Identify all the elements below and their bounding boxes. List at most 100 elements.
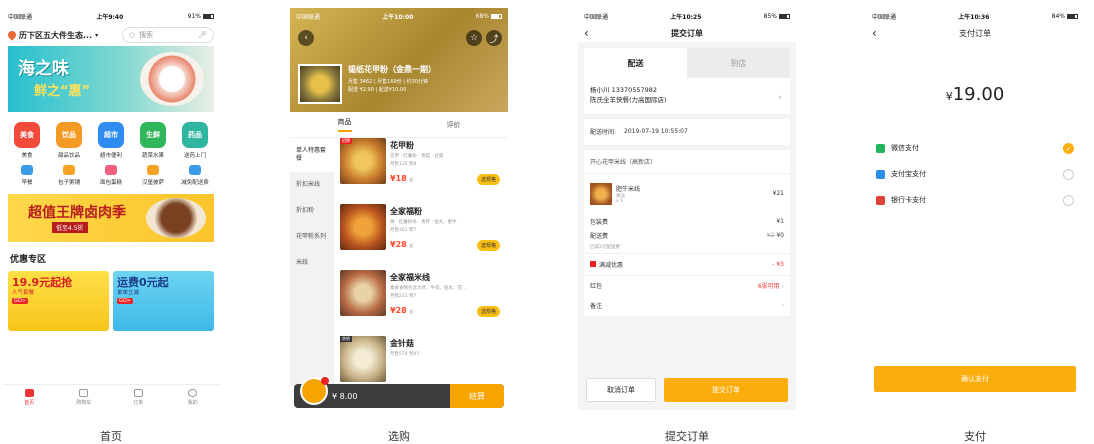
- menu-item[interactable]: 全家福粉辣 · 红薯粉条 · 青虾 · 鱼丸 · 肥牛 月售301 赞7 ¥28 …: [340, 204, 502, 270]
- promo-sub: 单单立减: [117, 290, 140, 296]
- location-label[interactable]: 历下区五大件生态...: [19, 30, 92, 41]
- back-arrow-icon[interactable]: ‹: [872, 26, 886, 40]
- category-item[interactable]: 超市 超市便利: [90, 122, 132, 159]
- checkout-button[interactable]: 结算: [450, 384, 504, 408]
- banner-line2: 鲜之“惠”: [34, 84, 91, 99]
- search-input[interactable]: ○ 搜索 🎤︎: [122, 27, 214, 43]
- category-item[interactable]: 生鲜 蔬菜水果: [132, 122, 174, 159]
- radio-button[interactable]: [1063, 168, 1074, 180]
- bottom-tab-bar: 首页 购物车 订单 我的: [2, 384, 220, 410]
- microphone-icon[interactable]: 🎤︎: [198, 31, 207, 39]
- contact-line: 杨小川 13370557982: [590, 86, 658, 94]
- time-label: 配送时间:: [590, 129, 617, 136]
- submit-order-button[interactable]: 提交订单: [664, 378, 788, 402]
- tab-profile[interactable]: 我的: [166, 385, 221, 410]
- promo-card-combo[interactable]: 19.9元起抢 人气套餐 GO>: [8, 271, 109, 331]
- payment-option[interactable]: 支付宝支付: [866, 161, 1084, 187]
- back-button[interactable]: ‹: [298, 30, 314, 46]
- back-arrow-icon[interactable]: ‹: [584, 26, 598, 40]
- category-icon: 饮品: [56, 122, 82, 148]
- menu-category[interactable]: 花甲粉系列: [290, 224, 334, 250]
- address-card[interactable]: 杨小川 13370557982 陈氏全羊快餐(力高国际店) ›: [584, 78, 790, 119]
- tab-orders[interactable]: 订单: [111, 385, 166, 410]
- subcategory-item[interactable]: 减免配送费: [174, 165, 216, 186]
- search-placeholder: 搜索: [139, 31, 154, 39]
- shop-row: 开心花甲米线（高新店）: [584, 150, 790, 174]
- promo-sub: 人气套餐: [12, 290, 35, 296]
- cart-icon[interactable]: [300, 377, 329, 405]
- subcategory-item[interactable]: 包子粥铺: [48, 165, 90, 186]
- payment-label: 支付宝支付: [891, 170, 926, 178]
- payment-icon: [876, 195, 885, 205]
- confirm-pay-button[interactable]: 确认支付: [874, 366, 1076, 392]
- chevron-right-icon: ›: [781, 302, 784, 309]
- tab-reviews[interactable]: 评价: [447, 120, 461, 130]
- choose-spec-button[interactable]: 选规格: [476, 174, 500, 185]
- subcategory-grid: 早餐 包子粥铺 面包蛋糕 汉堡披萨 减免配送费: [2, 159, 220, 186]
- item-desc: 素食食物包含大虾、牛肉、鱼丸、花...: [390, 286, 467, 291]
- payment-option[interactable]: 银行卡支付: [866, 187, 1084, 213]
- tab-pickup[interactable]: 到店: [687, 48, 790, 78]
- delivery-mode-tabs: 配送 到店: [584, 48, 790, 78]
- menu-category[interactable]: 米线: [290, 250, 334, 276]
- subcategory-label: 早餐: [21, 180, 33, 186]
- subcategory-icon: [105, 165, 117, 175]
- category-item[interactable]: 饮品 甜品饮品: [48, 122, 90, 159]
- caption-shop: 选购: [388, 430, 410, 443]
- menu-category[interactable]: 单人特惠套餐: [290, 138, 334, 173]
- subcategory-item[interactable]: 汉堡披萨: [132, 165, 174, 186]
- battery: 68%: [476, 13, 502, 20]
- cancel-order-button[interactable]: 取消订单: [586, 378, 656, 402]
- promo-card-freeship[interactable]: 运费0元起 单单立减 GO>: [113, 271, 214, 331]
- pack-label: 包装费: [590, 219, 609, 226]
- category-label: 美食: [21, 153, 33, 159]
- delivery-time-row[interactable]: 配送时间: 2019-07-19 10:55:07: [584, 118, 790, 145]
- item-name: 肥牛米线: [616, 185, 641, 193]
- remark-row[interactable]: 备注 ›: [584, 296, 790, 316]
- subcategory-icon: [147, 165, 159, 175]
- carrier: 中国联通: [296, 13, 321, 21]
- seafood-banner[interactable]: 海之味 鲜之“惠”: [8, 46, 214, 112]
- favorite-button[interactable]: ☆: [466, 30, 482, 46]
- tab-label: 购物车: [76, 400, 92, 406]
- menu-category[interactable]: 折扣粉: [290, 198, 334, 224]
- share-button[interactable]: ⤴: [486, 30, 502, 46]
- carrier: 中国联通: [584, 13, 609, 21]
- category-item[interactable]: 药品 送药上门: [174, 122, 216, 159]
- menu-item[interactable]: 招牌 花甲粉 花甲 · 红薯粉 · 香菇 · 豆腐 月售135 赞8 ¥18 起 选…: [340, 138, 502, 204]
- choose-spec-button[interactable]: 选规格: [476, 240, 500, 251]
- coupon-row[interactable]: 红包 6张可用 ›: [584, 276, 790, 296]
- category-item[interactable]: 美食 美食: [6, 122, 48, 159]
- cart-icon: [79, 389, 89, 397]
- delivery-old: ¥2: [766, 232, 775, 239]
- menu-category[interactable]: 折扣米线: [290, 172, 334, 198]
- coupon-right: 6张可用 ›: [758, 281, 784, 290]
- discount-value: - ¥3: [772, 260, 784, 268]
- category-label: 甜品饮品: [57, 153, 80, 159]
- radio-button[interactable]: [1063, 194, 1074, 206]
- amount-value: 19.00: [952, 84, 1005, 105]
- status-bar: 中国联通 上午10:25 85%: [578, 8, 796, 24]
- shop-tabs: 商品 评价: [290, 112, 508, 138]
- radio-button[interactable]: ✓: [1063, 142, 1074, 154]
- banner2-sub: 低至4.5折: [52, 222, 88, 233]
- tab-cart[interactable]: 购物车: [57, 385, 112, 410]
- chevron-down-icon[interactable]: ▾: [95, 32, 98, 39]
- payment-option[interactable]: 微信支付 ✓: [866, 135, 1084, 161]
- subcategory-item[interactable]: 面包蛋糕: [90, 165, 132, 186]
- braised-meat-banner[interactable]: 超值王牌卤肉季 低至4.5折: [8, 194, 214, 242]
- item-name: 全家福粉: [390, 207, 422, 216]
- tab-delivery[interactable]: 配送: [584, 48, 687, 78]
- choose-spec-button[interactable]: 选规格: [476, 306, 500, 317]
- menu-item[interactable]: 全家福米线 素食食物包含大虾、牛肉、鱼丸、花... 月售221 赞7 ¥28 起 选…: [340, 270, 502, 336]
- order-item: 肥牛米线 清淡 x 1 ¥21: [584, 174, 790, 214]
- shop-info1: 月售 3462 | 月售169份 | 约30分钟: [348, 79, 428, 85]
- item-tag: 热销: [340, 336, 352, 342]
- chevron-right-icon: ›: [781, 283, 784, 290]
- tab-goods[interactable]: 商品: [337, 117, 352, 132]
- menu-list: 招牌 花甲粉 花甲 · 红薯粉 · 香菇 · 豆腐 月售135 赞8 ¥18 起 选…: [334, 138, 508, 386]
- promo-row: 19.9元起抢 人气套餐 GO> 运费0元起 单单立减 GO>: [2, 271, 220, 331]
- tab-home[interactable]: 首页: [2, 385, 57, 410]
- subcategory-item[interactable]: 早餐: [6, 165, 48, 186]
- order-content: 配送 到店 杨小川 13370557982 陈氏全羊快餐(力高国际店) › 配送…: [578, 42, 796, 410]
